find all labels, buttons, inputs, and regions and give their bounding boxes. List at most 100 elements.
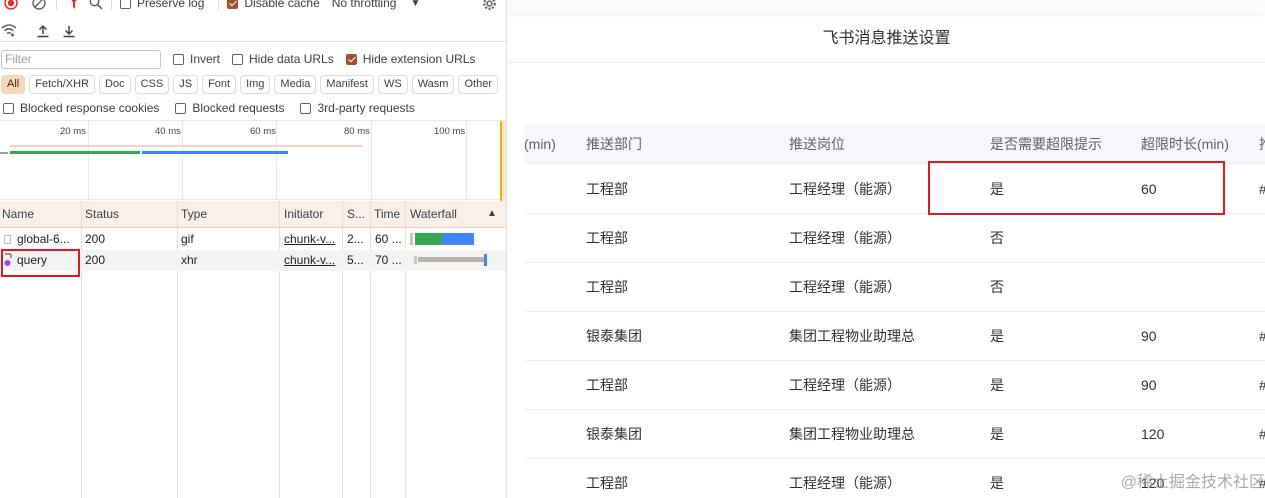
request-initiator-link[interactable]: chunk-v... [284, 229, 340, 250]
clear-icon[interactable] [28, 0, 50, 11]
image-file-icon [4, 235, 11, 244]
col-header-type[interactable]: Type [178, 201, 279, 228]
type-filter-manifest[interactable]: Manifest [320, 74, 374, 94]
blocked-cookies-label: Blocked response cookies [20, 101, 160, 115]
timeline-gridline [88, 121, 89, 199]
dialog-title: 飞书消息推送设置 [508, 15, 1265, 63]
toolbar-divider [218, 0, 220, 10]
table-row[interactable]: 工程部 工程经理（能源） 是 90 # [524, 361, 1265, 410]
third-party-checkbox[interactable]: 3rd-party requests [300, 101, 415, 115]
throttling-value: No throttling [331, 0, 397, 10]
col-header-name[interactable]: Name [0, 201, 81, 228]
col-header-time[interactable]: Time [371, 201, 405, 228]
cell-cut-off: # [1259, 410, 1265, 458]
table-row[interactable]: 工程部 工程经理（能源） 否 [524, 214, 1265, 263]
cell-push-dept: 工程部 [586, 279, 628, 295]
disable-cache-checkbox[interactable]: Disable cache [227, 0, 320, 10]
page-header-shadow [508, 0, 1265, 14]
request-type: xhr [181, 253, 198, 267]
filter-funnel-icon[interactable] [63, 0, 85, 11]
timeline-tick-label: 40 ms [155, 126, 181, 137]
import-har-icon[interactable] [32, 23, 54, 39]
blocked-requests-label: Blocked requests [192, 101, 285, 115]
type-filter-all[interactable]: All [1, 74, 26, 94]
cell-over-limit-duration: 90 [1141, 377, 1157, 393]
settings-gear-icon[interactable] [478, 0, 500, 11]
invert-checkbox[interactable]: Invert [173, 52, 220, 66]
filter-placeholder: Filter [5, 52, 32, 66]
preserve-log-checkbox[interactable]: Preserve log [120, 0, 204, 10]
type-filter-img[interactable]: Img [240, 74, 271, 94]
timeline-wait-bar [0, 152, 8, 154]
timeline-tick-label: 80 ms [344, 126, 370, 137]
type-filter-ws[interactable]: WS [377, 74, 408, 94]
type-filter-other[interactable]: Other [458, 74, 498, 94]
throttling-select[interactable]: No throttling ▼ [332, 0, 421, 10]
timeline-gridline [466, 121, 467, 199]
hide-extension-urls-label: Hide extension URLs [362, 52, 476, 66]
type-filter-wasm[interactable]: Wasm [411, 74, 455, 94]
request-size: 2... [347, 232, 364, 246]
cell-need-alert: 是 [990, 426, 1004, 442]
blocked-requests-checkbox[interactable]: Blocked requests [175, 101, 284, 115]
blocked-cookies-checkbox[interactable]: Blocked response cookies [3, 101, 159, 115]
request-row[interactable]: global-6... 200 gif chunk-v... 2... 60 .… [0, 229, 506, 250]
request-status: 200 [85, 232, 106, 246]
table-row[interactable]: 工程部 工程经理（能源） 否 [524, 263, 1265, 312]
hide-data-urls-checkbox[interactable]: Hide data URLs [232, 52, 334, 66]
filter-bar: Filter Invert Hide data URLs Hide extens… [0, 48, 506, 70]
filter-input[interactable]: Filter [1, 49, 161, 69]
cell-need-alert: 是 [990, 475, 1004, 491]
watermark: @稀土掘金技术社区 [1120, 474, 1265, 491]
waterfall-wait-segment [410, 233, 413, 245]
col-header-status[interactable]: Status [82, 201, 177, 228]
type-filter-fetch-xhr[interactable]: Fetch/XHR [29, 74, 96, 94]
timeline-tick-label: 100 ms [434, 126, 466, 137]
cell-push-dept: 工程部 [586, 475, 628, 491]
waterfall-green-segment [415, 233, 442, 245]
timeline-tick-label: 60 ms [250, 126, 276, 137]
table-row[interactable]: 银泰集团 集团工程物业助理总 是 120 # [524, 410, 1265, 459]
hide-extension-urls-checkbox[interactable]: Hide extension URLs [345, 52, 476, 66]
timeline-download-bar [142, 151, 288, 154]
col-header-partial: (min) [524, 136, 556, 152]
network-conditions-wifi-icon[interactable] [0, 23, 20, 39]
type-filter-font[interactable]: Font [202, 74, 237, 94]
cell-push-dept: 银泰集团 [586, 328, 642, 344]
resource-type-filters: All Fetch/XHR Doc CSS JS Font Img Media … [0, 72, 506, 96]
export-har-icon[interactable] [58, 23, 80, 39]
network-toolbar: Preserve log Disable cache No throttling… [0, 0, 506, 14]
devtools-network-panel: Preserve log Disable cache No throttling… [0, 0, 507, 498]
checkbox-box-checked [227, 0, 239, 9]
col-header-push-post: 推送岗位 [789, 136, 845, 152]
type-filter-css[interactable]: CSS [134, 74, 170, 94]
checkbox-box [232, 53, 244, 65]
col-header-size[interactable]: S... [343, 201, 370, 228]
request-size: 5... [347, 253, 364, 267]
highlight-box-alert-duration [928, 161, 1225, 215]
network-overview-timeline[interactable]: 20 ms 40 ms 60 ms 80 ms 100 ms [0, 120, 506, 201]
cell-over-limit-duration: 120 [1141, 426, 1165, 442]
cell-push-dept: 工程部 [586, 230, 628, 246]
web-page: 飞书消息推送设置 (min) 推送部门 推送岗位 是否需要超限提示 超限时长(m… [508, 0, 1265, 498]
cell-cut-off: # [1259, 361, 1265, 409]
search-icon[interactable] [85, 0, 107, 11]
record-icon[interactable] [0, 0, 22, 11]
request-time: 70 ... [375, 253, 402, 267]
cell-need-alert: 否 [990, 279, 1004, 295]
type-filter-js[interactable]: JS [173, 74, 199, 94]
checkbox-box [3, 102, 14, 114]
timeline-selection-handle[interactable] [500, 121, 506, 201]
timeline-gridline [371, 121, 372, 199]
request-initiator-link[interactable]: chunk-v... [284, 250, 340, 271]
blocked-filters: Blocked response cookies Blocked request… [0, 98, 506, 118]
hide-data-urls-label: Hide data URLs [249, 52, 334, 66]
table-row[interactable]: 银泰集团 集团工程物业助理总 是 90 # [524, 312, 1265, 361]
col-header-initiator[interactable]: Initiator [280, 201, 342, 228]
type-filter-doc[interactable]: Doc [99, 74, 131, 94]
col-header-need-alert: 是否需要超限提示 [990, 136, 1102, 152]
push-settings-table-header: (min) 推送部门 推送岗位 是否需要超限提示 超限时长(min) 推 [524, 124, 1265, 164]
checkbox-box [173, 53, 184, 65]
request-type: gif [181, 232, 194, 246]
type-filter-media[interactable]: Media [274, 74, 317, 94]
